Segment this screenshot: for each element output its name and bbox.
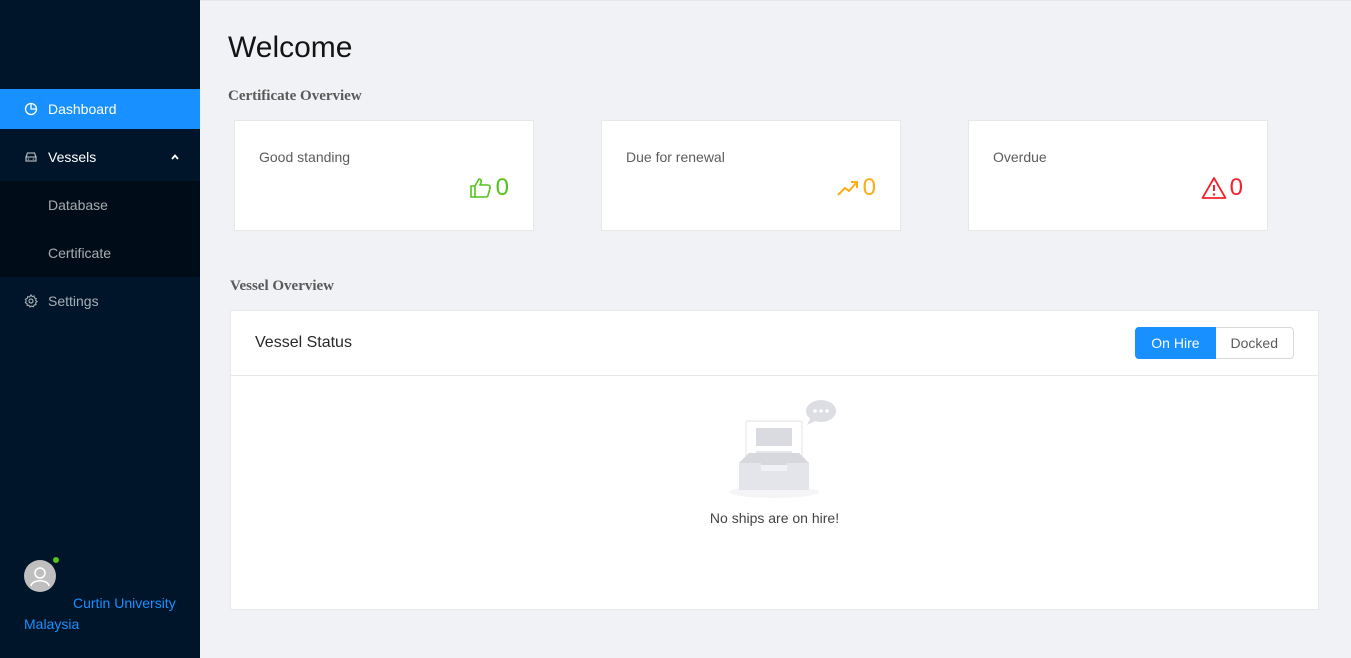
- page-title: Welcome: [228, 31, 353, 64]
- online-status-dot: [52, 556, 60, 564]
- sidebar-item-dashboard[interactable]: Dashboard: [0, 89, 200, 129]
- stat-value-wrap: 0: [836, 174, 876, 202]
- sidebar-subitem-label: Certificate: [48, 245, 112, 261]
- chevron-up-icon: [171, 154, 179, 160]
- sidebar-item-label: Settings: [48, 293, 99, 309]
- sidebar-item-label: Dashboard: [48, 101, 117, 117]
- stat-label: Due for renewal: [626, 149, 725, 165]
- stat-label: Overdue: [993, 149, 1047, 165]
- vessel-status-panel: Vessel Status On Hire Docked No ships ar…: [230, 310, 1319, 610]
- on-hire-button[interactable]: On Hire: [1135, 327, 1216, 359]
- empty-inbox-icon: [729, 400, 836, 498]
- certificate-overview-heading: Certificate Overview: [228, 88, 362, 104]
- stat-value-wrap: 0: [1201, 174, 1243, 202]
- warning-icon: [1201, 177, 1227, 199]
- trend-up-icon: [836, 181, 858, 196]
- car-icon: [24, 150, 38, 164]
- panel-header: Vessel Status On Hire Docked: [231, 311, 1318, 376]
- stat-card-due-renewal: Due for renewal 0: [601, 120, 901, 231]
- thumbs-up-icon: [469, 178, 491, 198]
- sidebar-item-vessels[interactable]: Vessels: [0, 137, 200, 177]
- sidebar-subitem-database[interactable]: Database: [0, 185, 200, 225]
- stat-value-wrap: 0: [469, 174, 509, 202]
- empty-state-text: No ships are on hire!: [709, 510, 840, 526]
- docked-button[interactable]: Docked: [1215, 327, 1294, 359]
- user-icon: [30, 567, 50, 587]
- sidebar-subitem-label: Database: [48, 197, 108, 213]
- stat-value: 0: [1229, 174, 1243, 201]
- sidebar-item-settings[interactable]: Settings: [0, 281, 200, 321]
- pie-chart-icon: [24, 102, 38, 116]
- panel-title: Vessel Status: [255, 334, 352, 351]
- sidebar-item-label: Vessels: [48, 149, 97, 165]
- main-content: Welcome Certificate Overview Good standi…: [200, 0, 1351, 658]
- stat-value: 0: [862, 174, 876, 201]
- avatar[interactable]: [24, 560, 56, 592]
- stat-card-overdue: Overdue 0: [968, 120, 1268, 231]
- vessel-status-toggle: On Hire Docked: [1135, 327, 1294, 359]
- stat-label: Good standing: [259, 149, 351, 165]
- stat-value: 0: [495, 174, 509, 201]
- sidebar: Dashboard Vessels Database Certificate S…: [0, 0, 200, 658]
- sidebar-subitem-certificate[interactable]: Certificate: [0, 233, 200, 273]
- gear-icon: [24, 294, 38, 308]
- user-name[interactable]: Curtin University Malaysia: [24, 593, 194, 635]
- vessel-overview-heading: Vessel Overview: [230, 278, 335, 294]
- stat-card-good-standing: Good standing 0: [234, 120, 534, 231]
